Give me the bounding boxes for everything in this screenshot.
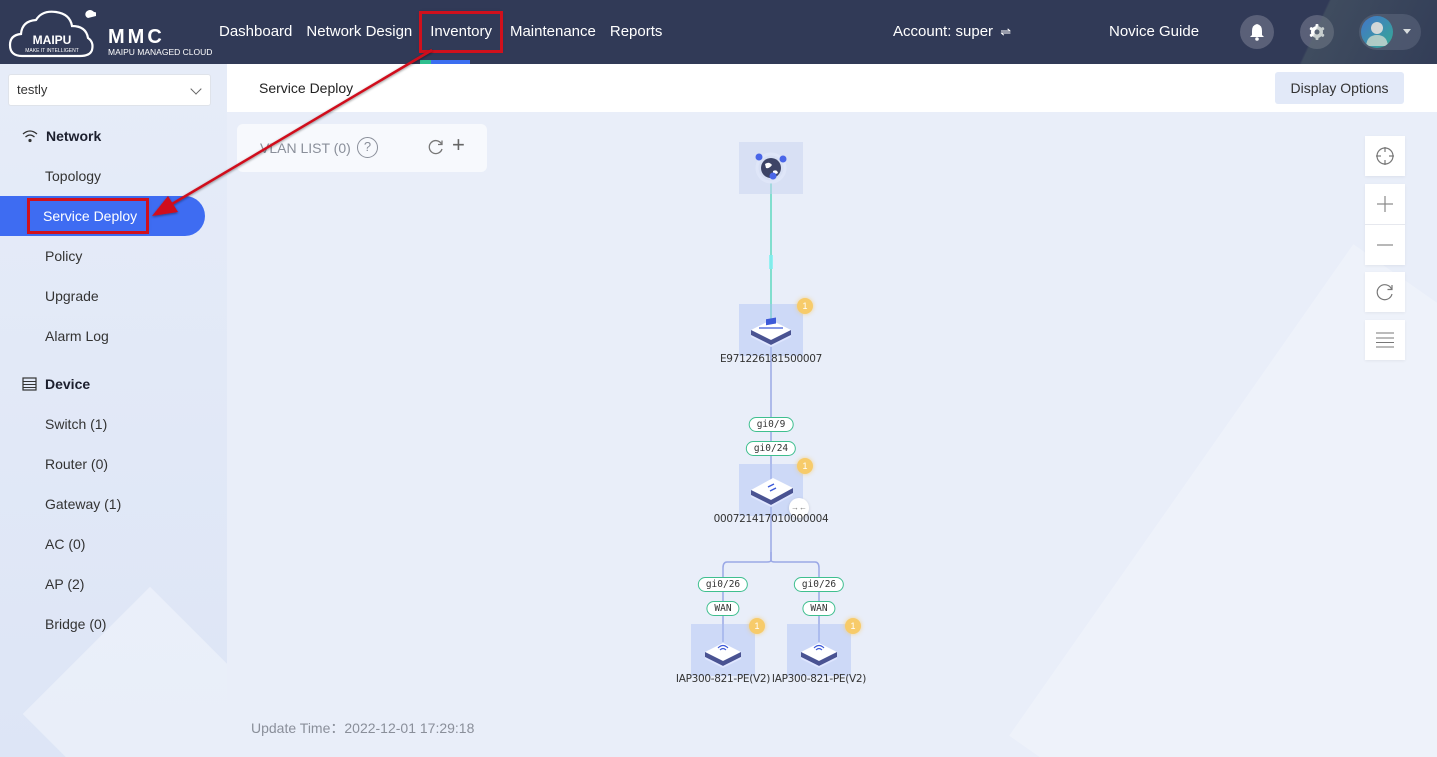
novice-guide-link[interactable]: Novice Guide: [1109, 23, 1199, 40]
sidebar-item-ac[interactable]: AC (0): [45, 536, 85, 552]
caret-down-icon: [1403, 29, 1411, 34]
zoom-control: [1365, 184, 1405, 265]
ap-alarm-badge[interactable]: 1: [749, 618, 765, 634]
internet-node[interactable]: [739, 142, 803, 194]
sidebar-item-topology[interactable]: Topology: [45, 168, 101, 184]
globe-icon: [755, 152, 787, 184]
gateway-alarm-badge[interactable]: 1: [797, 298, 813, 314]
sidebar-item-ap[interactable]: AP (2): [45, 576, 84, 592]
account-label: Account: super: [893, 23, 994, 40]
maipu-logo[interactable]: MAIPU MAKE IT INTELLIGENT MMC MAIPU MANA…: [8, 2, 212, 62]
wifi-icon: [22, 130, 38, 143]
section-network-title: Network: [46, 128, 102, 144]
traffic-pulse: [769, 255, 773, 269]
nav-inventory[interactable]: Inventory: [419, 11, 503, 53]
refresh-topology-button[interactable]: [1365, 272, 1405, 312]
gateway-node[interactable]: [739, 304, 803, 356]
sidebar: testly Network Topology Service Deploy P…: [0, 64, 227, 757]
list-icon: [22, 377, 37, 391]
gateway-label: E971226181500007: [719, 353, 823, 365]
site-select[interactable]: testly: [8, 74, 211, 106]
refresh-icon: [1376, 284, 1393, 301]
sidebar-item-router[interactable]: Router (0): [45, 456, 108, 472]
section-network: Network: [22, 128, 101, 144]
port-label[interactable]: WAN: [706, 601, 740, 616]
port-label[interactable]: gi0/24: [745, 441, 797, 456]
switch-label: 000721417010000004: [713, 513, 829, 525]
user-menu[interactable]: [1359, 14, 1421, 50]
zoom-in-button[interactable]: [1365, 184, 1405, 224]
top-header: MAIPU MAKE IT INTELLIGENT MMC MAIPU MANA…: [0, 0, 1437, 64]
user-avatar: [1361, 16, 1393, 48]
list-icon: [1376, 332, 1394, 348]
zoom-in-icon: [1377, 196, 1393, 212]
site-select-value: testly: [17, 82, 48, 97]
content-topbar: Service Deploy Display Options: [227, 64, 1437, 112]
ap-label: IAP300-821-PE(V2): [771, 673, 867, 685]
legend-control: [1365, 320, 1405, 360]
nav-reports[interactable]: Reports: [603, 14, 670, 50]
display-options-button[interactable]: Display Options: [1275, 72, 1404, 104]
sidebar-item-gateway[interactable]: Gateway (1): [45, 496, 121, 512]
legend-button[interactable]: [1365, 320, 1405, 360]
cloud-logo-icon: MAIPU MAKE IT INTELLIGENT: [8, 10, 96, 58]
section-device-title: Device: [45, 376, 91, 392]
update-time: Update Time：2022-12-01 17:29:18: [251, 720, 475, 736]
nav-dashboard[interactable]: Dashboard: [212, 14, 299, 50]
zoom-out-icon: [1377, 244, 1393, 246]
crosshair-icon: [1376, 147, 1394, 165]
nav-network-design[interactable]: Network Design: [299, 14, 419, 50]
chevron-down-icon: [190, 83, 202, 95]
ap-label: IAP300-821-PE(V2): [675, 673, 771, 685]
notifications-button[interactable]: [1240, 15, 1274, 49]
access-point-icon: [801, 643, 837, 668]
locate-control: [1365, 136, 1405, 176]
sidebar-item-switch[interactable]: Switch (1): [45, 416, 107, 432]
ap-alarm-badge[interactable]: 1: [845, 618, 861, 634]
account-switcher[interactable]: Account: super ⇌: [893, 23, 1011, 40]
switch-account-icon: ⇌: [1000, 24, 1012, 39]
gateway-device-icon: [751, 317, 791, 347]
ap-node[interactable]: [787, 624, 851, 676]
app-subtitle: MAIPU MANAGED CLOUD: [108, 47, 213, 57]
sidebar-item-alarm-log[interactable]: Alarm Log: [45, 328, 109, 344]
user-icon: [1366, 22, 1388, 46]
svg-text:MAKE IT INTELLIGENT: MAKE IT INTELLIGENT: [25, 48, 79, 54]
access-point-icon: [705, 643, 741, 668]
sidebar-item-bridge[interactable]: Bridge (0): [45, 616, 106, 632]
ap-node[interactable]: [691, 624, 755, 676]
zoom-out-button[interactable]: [1365, 225, 1405, 265]
sidebar-item-service-deploy-label: Service Deploy: [26, 198, 150, 234]
port-label[interactable]: WAN: [802, 601, 836, 616]
sidebar-item-policy[interactable]: Policy: [45, 248, 82, 264]
locate-button[interactable]: [1365, 136, 1405, 176]
breadcrumb: Service Deploy: [259, 80, 354, 96]
sidebar-item-service-deploy[interactable]: Service Deploy: [0, 196, 205, 236]
settings-button[interactable]: [1300, 15, 1334, 49]
gear-icon: [1309, 24, 1325, 40]
svg-text:MAIPU: MAIPU: [33, 33, 72, 47]
bell-icon: [1250, 24, 1264, 41]
app-name: MMC: [108, 26, 165, 48]
nav-maintenance[interactable]: Maintenance: [503, 14, 603, 50]
switch-alarm-badge[interactable]: 1: [797, 458, 813, 474]
topology-canvas[interactable]: VLAN LIST (0) ? + 1 E971226181500007 gi0…: [227, 112, 1437, 757]
section-device: Device: [22, 376, 90, 392]
port-label[interactable]: gi0/26: [697, 577, 749, 592]
port-label[interactable]: gi0/26: [793, 577, 845, 592]
port-label[interactable]: gi0/9: [748, 417, 794, 432]
refresh-control: [1365, 272, 1405, 312]
sidebar-item-upgrade[interactable]: Upgrade: [45, 288, 99, 304]
main-nav: Dashboard Network Design Inventory Maint…: [212, 0, 669, 64]
